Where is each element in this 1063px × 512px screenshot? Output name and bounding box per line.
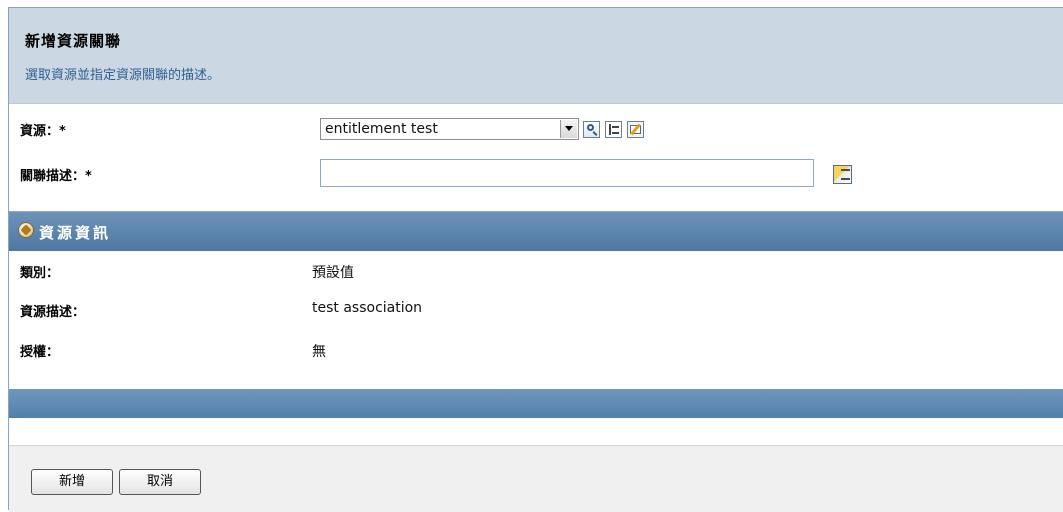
cancel-button[interactable]: 取消 <box>119 469 201 495</box>
page-subtitle: 選取資源並指定資源關聯的描述。 <box>25 68 221 83</box>
category-label: 類別： <box>20 266 60 281</box>
description-label: 關聯描述：* <box>20 169 92 184</box>
category-value: 預設值 <box>312 265 354 281</box>
add-resource-association-dialog: 新增資源關聯 選取資源並指定資源關聯的描述。 資源：* entitlement … <box>8 7 1063 512</box>
section-title: 資源資訊 <box>39 224 112 242</box>
entitlement-label: 授權： <box>20 345 60 360</box>
resource-select[interactable]: entitlement test <box>320 118 579 140</box>
section-footer-bar <box>9 389 1063 418</box>
edit-icon[interactable] <box>627 121 644 138</box>
resource-description-label: 資源描述： <box>20 305 86 320</box>
resource-label: 資源：* <box>20 124 66 139</box>
tree-browse-icon[interactable] <box>605 121 622 138</box>
chevron-down-icon[interactable] <box>560 120 577 138</box>
dialog-footer: 新增 取消 <box>9 445 1063 512</box>
resource-description-value: test association <box>312 300 423 316</box>
page-title: 新增資源關聯 <box>25 32 122 50</box>
description-input[interactable] <box>320 159 814 187</box>
resource-info-icon <box>18 222 34 238</box>
resource-info-header: 資源資訊 <box>9 211 1063 251</box>
language-icon[interactable] <box>833 165 852 184</box>
add-button[interactable]: 新增 <box>31 469 113 495</box>
entitlement-value: 無 <box>312 344 326 360</box>
search-icon[interactable] <box>583 121 600 138</box>
resource-select-value: entitlement test <box>325 121 438 137</box>
dialog-header: 新增資源關聯 選取資源並指定資源關聯的描述。 <box>9 8 1063 104</box>
